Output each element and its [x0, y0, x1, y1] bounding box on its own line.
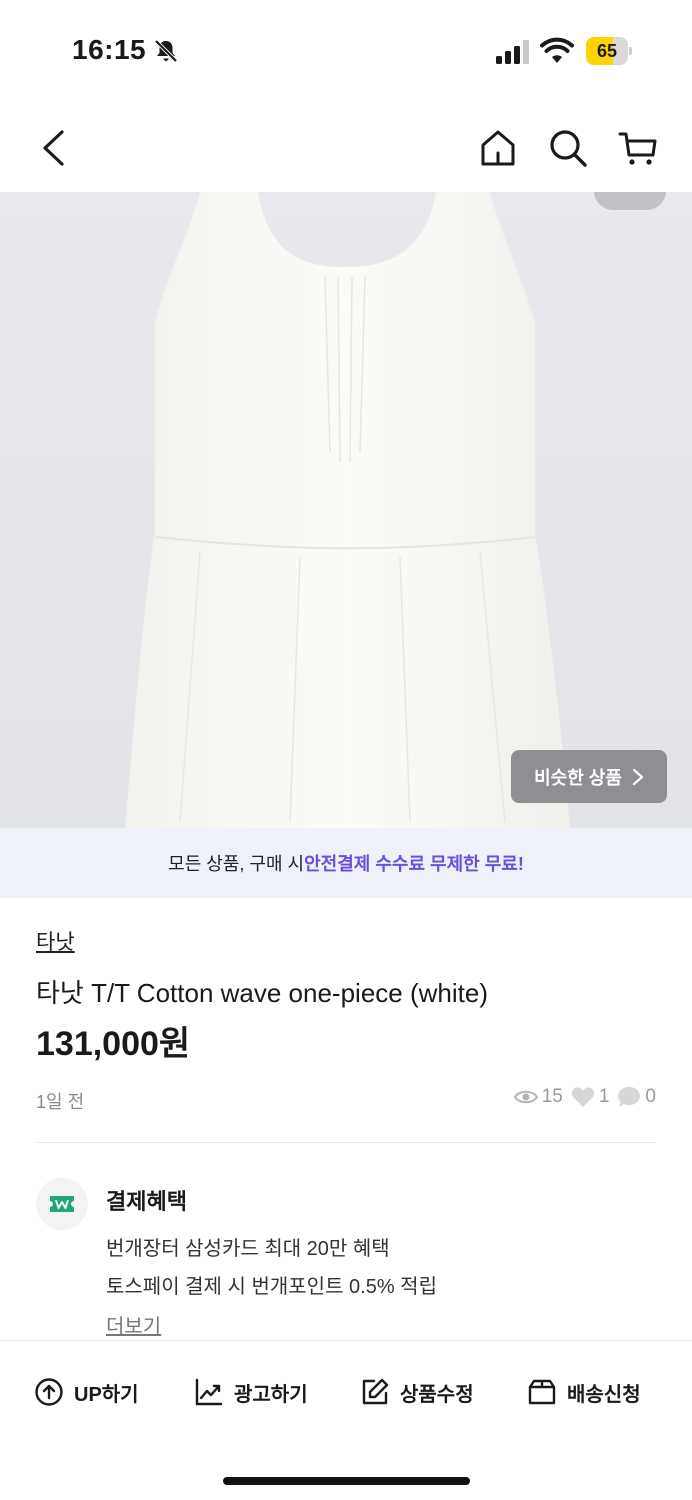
- home-icon[interactable]: [478, 128, 518, 168]
- box-icon: [528, 1379, 556, 1405]
- shipping-request-button[interactable]: 배송신청: [527, 1377, 641, 1407]
- battery-percent: 65: [596, 41, 618, 61]
- edit-icon: [362, 1378, 389, 1405]
- heart-icon: [571, 1087, 594, 1107]
- payment-ticket-icon: [50, 1196, 74, 1212]
- signal-icon: [496, 40, 529, 64]
- benefit-icon-wrap: [36, 1178, 88, 1230]
- promo-highlight: 안전결제 수수료 무제한 무료!: [304, 854, 524, 874]
- chevron-left-icon[interactable]: [34, 128, 74, 168]
- benefit-line: 번개장터 삼성카드 최대 20만 혜택: [106, 1238, 390, 1260]
- bottom-action-bar: UP하기 광고하기 상품수정 배송신청: [0, 1340, 692, 1445]
- search-icon[interactable]: [548, 128, 588, 168]
- status-time: 16:15: [72, 34, 147, 65]
- dress-photo: [125, 192, 570, 828]
- product-price: 131,000원: [36, 1025, 191, 1063]
- chat-icon: [618, 1087, 641, 1107]
- like-count: 1: [598, 1086, 610, 1107]
- chevron-right-icon: [632, 768, 644, 785]
- benefit-line: 토스페이 결제 시 번개포인트 0.5% 적립: [106, 1276, 437, 1298]
- arrow-up-circle-icon: [35, 1378, 63, 1406]
- battery-indicator: 65: [586, 37, 632, 65]
- similar-products-label: 비슷한 상품: [534, 767, 622, 788]
- up-label: UP하기: [74, 1383, 139, 1406]
- wifi-icon: [540, 37, 574, 63]
- bell-muted-icon: [154, 39, 178, 63]
- ad-label: 광고하기: [234, 1383, 308, 1406]
- edit-product-label: 상품수정: [400, 1383, 474, 1406]
- promo-banner[interactable]: 모든 상품, 구매 시 안전결제 수수료 무제한 무료!: [0, 828, 692, 898]
- divider: [36, 1142, 656, 1143]
- more-link[interactable]: 더보기: [106, 1310, 161, 1339]
- eye-icon: [513, 1090, 538, 1104]
- view-count: 15: [541, 1086, 563, 1107]
- cart-icon[interactable]: [618, 128, 658, 168]
- product-image[interactable]: [0, 192, 692, 828]
- similar-products-button[interactable]: 비슷한 상품: [511, 750, 667, 803]
- chat-count: 0: [645, 1086, 656, 1107]
- up-button[interactable]: UP하기: [34, 1377, 139, 1407]
- ad-button[interactable]: 광고하기: [194, 1377, 308, 1407]
- product-title: 타낫 T/T Cotton wave one-piece (white): [36, 978, 488, 1008]
- posted-time: 1일 전: [36, 1092, 85, 1112]
- shipping-request-label: 배송신청: [567, 1383, 641, 1406]
- trend-chart-icon: [195, 1378, 223, 1406]
- benefit-title: 결제혜택: [106, 1189, 187, 1214]
- shop-name-link[interactable]: 타낫: [36, 926, 75, 956]
- home-indicator: [223, 1477, 470, 1485]
- image-counter: [594, 192, 666, 210]
- edit-product-button[interactable]: 상품수정: [360, 1377, 474, 1407]
- promo-text: 모든 상품, 구매 시: [168, 854, 305, 874]
- product-stats: 15 1 0: [513, 1086, 656, 1108]
